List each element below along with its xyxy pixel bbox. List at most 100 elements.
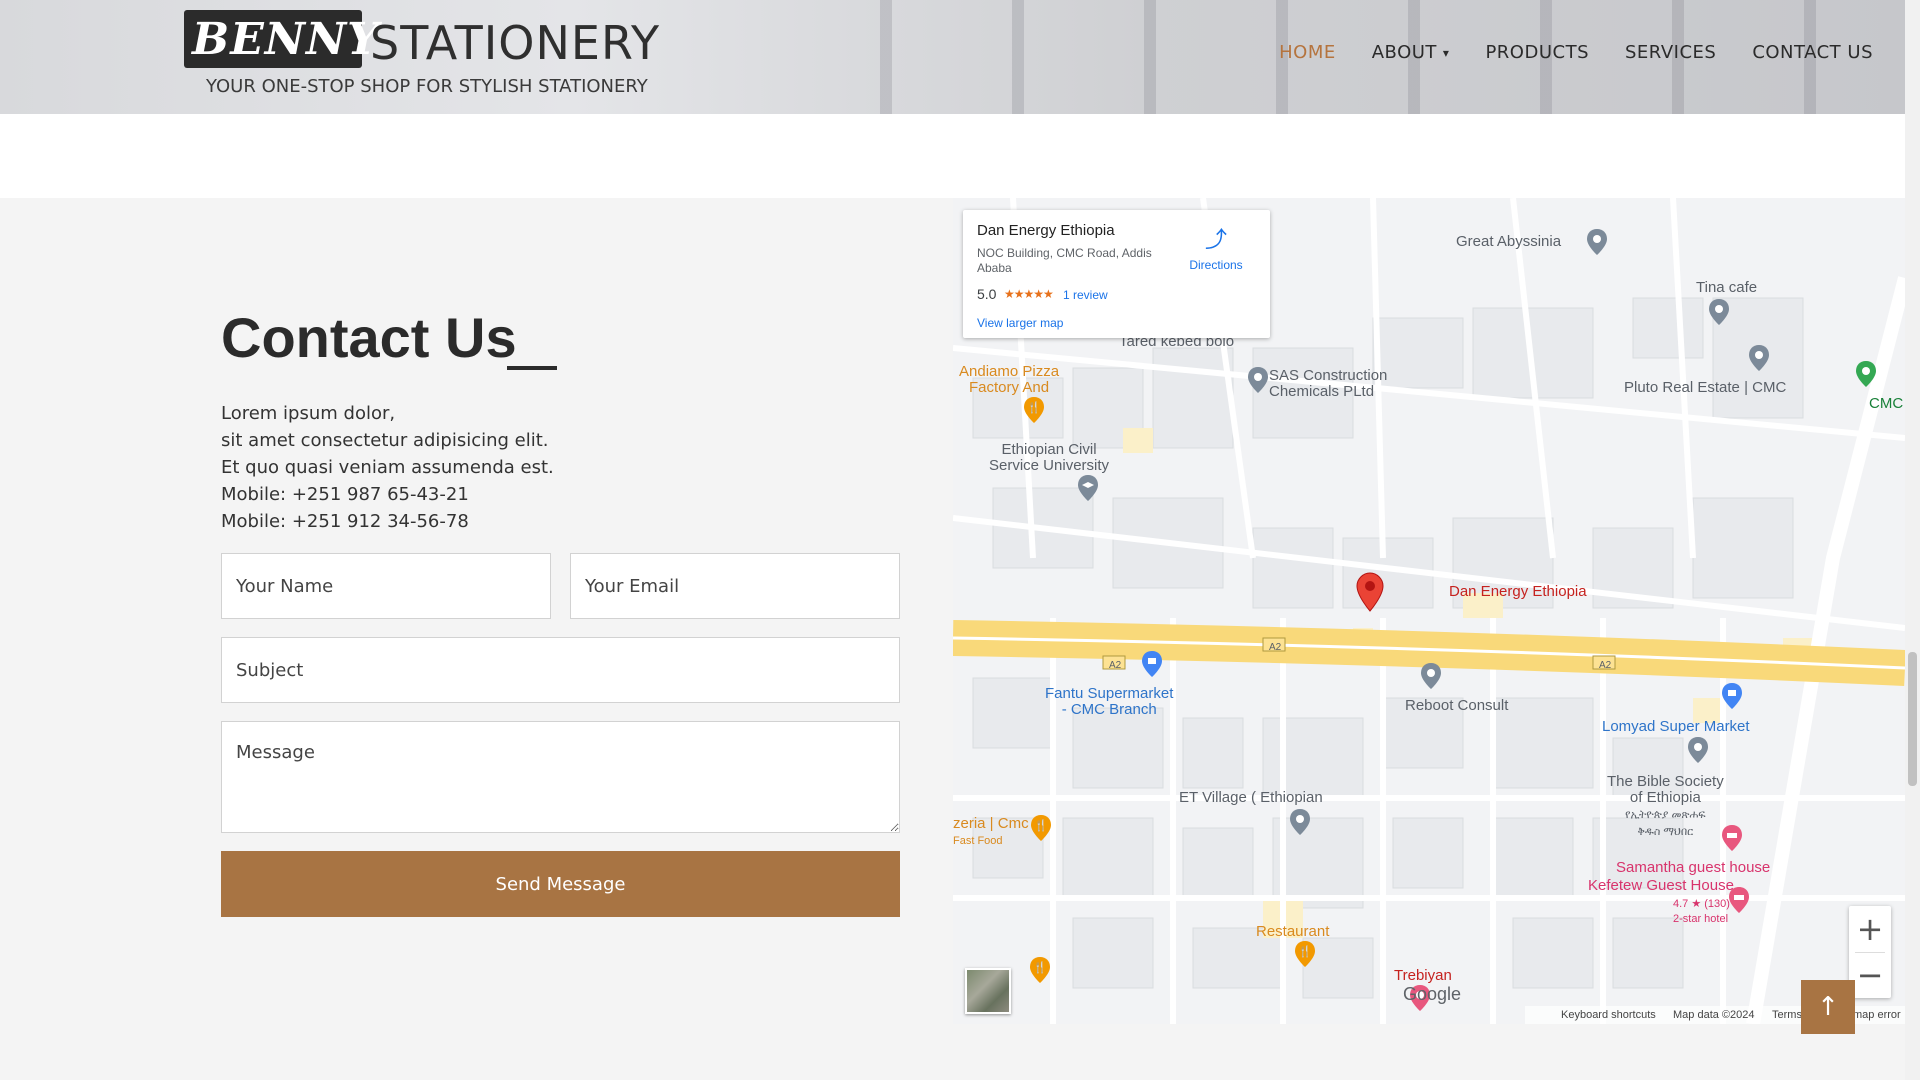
map-label-bible-society[interactable]: The Bible Society of Ethiopia የኢትዮጵያ መጽሐፍ ቅ…	[1607, 774, 1724, 840]
zoom-in-button[interactable]: +	[1849, 906, 1891, 952]
scrollbar-thumb[interactable]	[1908, 652, 1917, 786]
map-label-pluto-real-estate[interactable]: Pluto Real Estate | CMC	[1624, 380, 1786, 396]
keyboard-shortcuts-link[interactable]: Keyboard shortcuts	[1561, 1009, 1656, 1021]
nav-products[interactable]: PRODUCTS	[1485, 42, 1589, 63]
nav-about[interactable]: ABOUT ▾	[1372, 42, 1450, 63]
nav-about-label: ABOUT	[1371, 42, 1437, 63]
page-scrollbar[interactable]	[1905, 0, 1920, 1080]
hotel-pin-icon[interactable]	[1721, 824, 1743, 857]
zoom-out-button[interactable]: −	[1849, 952, 1891, 998]
school-pin-icon[interactable]	[1077, 474, 1099, 507]
message-textarea[interactable]	[221, 721, 900, 833]
subject-input[interactable]	[221, 637, 900, 703]
scroll-to-top-button[interactable]: ↑	[1801, 980, 1855, 1034]
svg-text:🍴: 🍴	[1034, 819, 1048, 832]
send-message-button[interactable]: Send Message	[221, 851, 900, 917]
logo-tagline: YOUR ONE-STOP SHOP FOR STYLISH STATIONER…	[206, 76, 648, 97]
shopping-pin-icon[interactable]	[1141, 650, 1163, 683]
place-address: NOC Building, CMC Road, Addis Ababa	[977, 246, 1152, 275]
map-label-andiamo[interactable]: Andiamo Pizza Factory And	[959, 364, 1059, 396]
contact-info: Lorem ipsum dolor, sit amet consectetur …	[221, 400, 554, 535]
chevron-down-icon: ▾	[1442, 45, 1450, 60]
contact-info-line: Et quo quasi veniam assumenda est.	[221, 457, 554, 478]
restaurant-pin-icon[interactable]: 🍴	[1030, 814, 1052, 847]
map-label-pizzeria[interactable]: zeria | Cmc Fast Food	[953, 816, 1029, 849]
map-label-trebiyan[interactable]: Trebiyan	[1394, 968, 1452, 984]
map-label-sas-construction[interactable]: SAS Construction Chemicals PLtd	[1269, 368, 1387, 400]
bible-line-2: of Ethiopia	[1629, 789, 1701, 806]
restaurant-pin-icon[interactable]: 🍴	[1023, 396, 1045, 429]
restaurant-pin-icon[interactable]: 🍴	[1029, 956, 1051, 989]
ecsu-line-1: Ethiopian Civil	[1001, 441, 1097, 458]
page: BENNY STATIONERY YOUR ONE-STOP SHOP FOR …	[0, 0, 1920, 1080]
place-rating: 5.0	[977, 286, 997, 302]
map-label-cmc[interactable]: CMC	[1869, 396, 1903, 412]
map-attribution: Keyboard shortcuts Map data ©2024 Terms …	[953, 1006, 1905, 1024]
contact-mobile-2: Mobile: +251 912 34-56-78	[221, 511, 469, 532]
terms-link[interactable]: Terms	[1772, 1009, 1802, 1021]
gray-pin-icon[interactable]	[1586, 228, 1608, 261]
road-shield-label: A2	[1109, 660, 1122, 671]
sas-line-1: SAS Construction	[1269, 367, 1388, 384]
andiamo-line-1: Andiamo Pizza	[959, 363, 1060, 380]
shopping-pin-icon[interactable]	[1721, 682, 1743, 715]
directions-label: Directions	[1189, 258, 1243, 272]
kefetew-class: 2-star hotel	[1673, 913, 1729, 925]
kefetew-rating: 4.7 ★ (130)	[1673, 898, 1730, 910]
road-shield-label: A2	[1269, 642, 1282, 653]
map-label-reboot-consult[interactable]: Reboot Consult	[1405, 698, 1508, 714]
gray-pin-icon[interactable]	[1708, 298, 1730, 331]
map-label-samantha-guest-house[interactable]: Samantha guest house	[1616, 860, 1770, 876]
directions-button[interactable]: ⤴ Directions	[1171, 222, 1261, 272]
contact-info-line: sit amet consectetur adipisicing elit.	[221, 430, 549, 451]
contact-title: Contact Us	[221, 306, 517, 369]
report-map-error-link[interactable]: map error	[1853, 1009, 1901, 1021]
gray-pin-icon[interactable]	[1687, 736, 1709, 769]
pizzeria-line-1: zeria | Cmc	[953, 815, 1029, 832]
map-label-kefetew-guest-house[interactable]: Kefetew Guest House	[1588, 878, 1734, 894]
fantu-line-2: - CMC Branch	[1061, 701, 1157, 718]
logo-box-text: BENNY	[192, 14, 380, 65]
nav-contact-us[interactable]: CONTACT US	[1752, 42, 1873, 63]
nav-home-label: HOME	[1279, 42, 1336, 63]
star-rating-icon: ★★★★★	[1004, 287, 1054, 301]
logo-main-text: STATIONERY	[370, 16, 661, 70]
nav-home[interactable]: HOME	[1279, 42, 1336, 63]
map-label-dan-energy[interactable]: Dan Energy Ethiopia	[1449, 584, 1587, 600]
gray-pin-icon[interactable]	[1247, 366, 1269, 399]
view-larger-map-link[interactable]: View larger map	[977, 316, 1063, 330]
nav-services[interactable]: SERVICES	[1625, 42, 1716, 63]
main-nav: HOME ABOUT ▾ PRODUCTS SERVICES CONTACT US	[1279, 42, 1873, 63]
title-underline	[507, 366, 557, 370]
restaurant-pin-icon[interactable]: 🍴	[1294, 940, 1316, 973]
map-label-fantu-supermarket[interactable]: Fantu Supermarket - CMC Branch	[1045, 686, 1173, 718]
map-zoom-controls: + −	[1849, 906, 1891, 998]
fantu-line-1: Fantu Supermarket	[1045, 685, 1174, 702]
embedded-map[interactable]: A2 A2 A2 Great Abyssinia Tina cafe Pluto…	[953, 198, 1905, 1024]
directions-icon: ⤴	[1204, 227, 1227, 252]
svg-text:🍴: 🍴	[1298, 945, 1312, 958]
road-shield-label: A2	[1599, 660, 1612, 671]
map-label-tina-cafe[interactable]: Tina cafe	[1696, 280, 1757, 296]
green-pin-icon[interactable]	[1855, 360, 1877, 393]
email-input[interactable]	[570, 553, 900, 619]
gray-pin-icon[interactable]	[1420, 662, 1442, 695]
site-header: BENNY STATIONERY YOUR ONE-STOP SHOP FOR …	[0, 0, 1905, 114]
map-label-lomyad-super-market[interactable]: Lomyad Super Market	[1602, 719, 1750, 735]
site-logo[interactable]: BENNY STATIONERY YOUR ONE-STOP SHOP FOR …	[184, 10, 659, 100]
gray-pin-icon[interactable]	[1748, 344, 1770, 377]
map-label-restaurant[interactable]: Restaurant	[1256, 924, 1329, 940]
map-label-great-abyssinia[interactable]: Great Abyssinia	[1456, 234, 1561, 250]
contact-mobile-1: Mobile: +251 987 65-43-21	[221, 484, 469, 505]
location-pin-icon[interactable]	[1356, 572, 1384, 617]
zoom-divider	[1855, 952, 1885, 953]
bible-line-1: The Bible Society	[1607, 773, 1724, 790]
reviews-link[interactable]: 1 review	[1063, 288, 1108, 302]
bible-line-3: የኢትዮጵያ መጽሐፍ	[1625, 809, 1706, 821]
name-input[interactable]	[221, 553, 551, 619]
map-label-et-village[interactable]: ET Village ( Ethiopian	[1179, 790, 1323, 806]
gray-pin-icon[interactable]	[1289, 808, 1311, 841]
map-label-ethiopian-civil-service-university[interactable]: Ethiopian Civil Service University	[989, 442, 1109, 474]
nav-products-label: PRODUCTS	[1485, 42, 1589, 63]
hotel-pin-icon[interactable]	[1728, 886, 1750, 919]
